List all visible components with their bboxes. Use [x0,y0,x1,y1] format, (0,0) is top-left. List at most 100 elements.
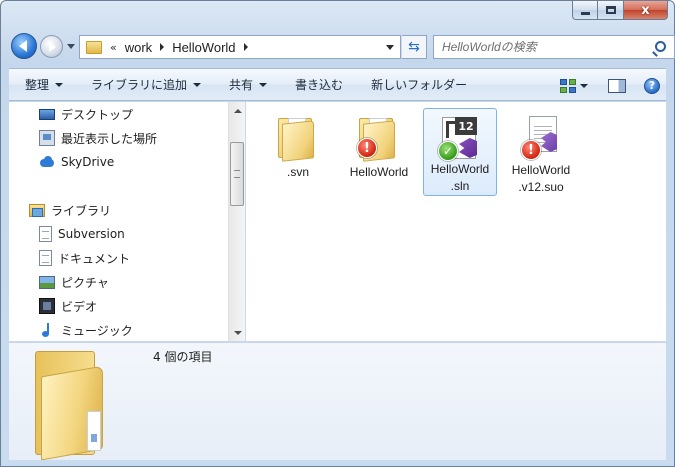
maximize-button[interactable] [598,1,624,20]
document-library-icon [39,226,52,242]
file-name: HelloWorld .v12.suo [512,162,570,196]
sidebar-item-label: Subversion [58,227,125,241]
visual-studio-logo-icon [459,138,477,158]
pictures-library-icon [39,275,55,289]
file-list[interactable]: .svn ! HelloWorld 12 ✓ HelloWorld .sln !… [246,102,666,341]
sidebar-item-desktop[interactable]: デスクトップ [39,104,133,124]
chevron-down-icon [259,82,268,87]
scroll-down-button[interactable] [229,324,246,341]
videos-library-icon [39,298,55,314]
vs-version-badge: 12 [455,117,477,135]
file-name: .svn [286,165,309,179]
add-to-library-menu[interactable]: ライブラリに追加 [81,68,211,101]
sidebar-item-label: ライブラリ [51,203,112,218]
share-menu[interactable]: 共有 [219,68,277,101]
refresh-button[interactable]: ⇆ [402,35,427,59]
chevron-down-icon [55,82,64,87]
sidebar-item-label: SkyDrive [61,155,115,169]
details-pane: 4 個の項目 [9,342,666,461]
add-to-library-label: ライブラリに追加 [91,78,188,92]
visual-studio-suo-icon: ! [517,114,565,160]
minimize-button[interactable] [572,1,598,20]
sidebar-item-videos[interactable]: ビデオ [39,296,97,316]
sidebar-item-documents[interactable]: ドキュメント [39,248,130,268]
sidebar-item-music[interactable]: ミュージック [39,320,133,340]
chevron-down-icon [193,82,202,87]
file-name: HelloWorld .sln [431,161,489,195]
svn-normal-badge-icon: ✓ [438,141,458,161]
search-icon[interactable] [655,41,666,52]
back-button[interactable] [11,33,37,59]
breadcrumb-helloworld[interactable]: HelloWorld [172,40,235,55]
sidebar-item-label: 最近表示した場所 [61,131,158,146]
close-icon: x [641,2,650,18]
file-item-svn[interactable]: .svn [261,108,335,196]
sidebar-item-label: ミュージック [61,323,133,338]
large-folder-icon [35,347,135,461]
new-folder-label: 新しいフォルダー [371,78,468,92]
file-name: HelloWorld [349,165,409,179]
sidebar-item-libraries[interactable]: ライブラリ [29,200,111,220]
breadcrumb-chevron-icon[interactable] [243,43,248,51]
folder-icon [274,114,322,162]
file-item-helloworld-suo[interactable]: ! HelloWorld .v12.suo [504,108,578,196]
address-history-dropdown[interactable] [386,45,394,50]
recent-places-icon [39,130,55,146]
scroll-thumb[interactable] [230,142,244,206]
sidebar-item-label: デスクトップ [61,107,134,122]
back-arrow-icon [19,40,27,52]
forward-arrow-icon [49,41,56,52]
file-name-line: HelloWorld [511,163,571,177]
caption-buttons: x [572,1,668,22]
sidebar-item-label: ビデオ [61,299,98,314]
command-bar: 整理 ライブラリに追加 共有 書き込む 新しいフォルダー ? [9,68,666,101]
forward-button[interactable] [40,35,63,58]
navigation-bar: « work HelloWorld ⇆ [9,31,675,63]
sidebar-item-recent-places[interactable]: 最近表示した場所 [39,128,157,148]
desktop-icon [39,109,55,120]
maximize-icon [605,6,616,14]
item-count-text: 4 個の項目 [153,350,213,364]
burn-button[interactable]: 書き込む [285,68,353,101]
preview-pane-icon[interactable] [608,78,626,93]
refresh-icon: ⇆ [408,39,420,55]
search-input[interactable] [442,40,642,54]
document-library-icon [39,250,52,266]
sidebar-item-label: ドキュメント [58,251,131,266]
scroll-up-button[interactable] [229,102,246,119]
file-item-helloworld-folder[interactable]: ! HelloWorld [342,108,416,196]
sidebar-item-subversion[interactable]: Subversion [39,224,125,244]
file-name-line: .v12.suo [518,180,564,194]
sidebar-item-label: ピクチャ [61,275,109,290]
breadcrumb-overflow[interactable]: « [110,41,117,54]
navigation-pane-scrollbar[interactable] [228,102,245,341]
skydrive-icon [39,154,55,170]
sidebar-item-pictures[interactable]: ピクチャ [39,272,109,292]
organize-menu[interactable]: 整理 [15,68,73,101]
toolbar-right-group: ? [560,69,660,102]
minimize-icon [580,11,590,15]
search-box[interactable] [433,35,675,59]
new-folder-button[interactable]: 新しいフォルダー [361,68,477,101]
address-bar[interactable]: « work HelloWorld [79,35,401,59]
breadcrumb-chevron-icon[interactable] [160,43,165,51]
change-view-icon[interactable] [560,78,576,93]
music-library-icon [39,322,55,338]
sidebar-item-skydrive[interactable]: SkyDrive [39,152,114,172]
explorer-window: x « work HelloWorld ⇆ 整理 ライブラリに追加 共 [0,0,675,467]
close-button[interactable]: x [624,1,668,20]
recent-pages-dropdown[interactable] [67,44,75,49]
help-icon[interactable]: ? [644,77,660,94]
folder-icon: ! [355,114,403,162]
navigation-pane: デスクトップ 最近表示した場所 SkyDrive ライブラリ Subversio… [9,102,245,341]
file-item-helloworld-sln[interactable]: 12 ✓ HelloWorld .sln [423,108,497,196]
visual-studio-solution-icon: 12 ✓ [436,115,484,161]
burn-label: 書き込む [295,78,344,92]
share-label: 共有 [229,78,254,92]
breadcrumb-work[interactable]: work [125,40,152,55]
view-options-dropdown[interactable] [580,83,588,88]
folder-icon [86,40,102,54]
svn-modified-badge-icon: ! [357,138,377,158]
organize-label: 整理 [25,78,50,92]
svn-modified-badge-icon: ! [521,140,541,160]
